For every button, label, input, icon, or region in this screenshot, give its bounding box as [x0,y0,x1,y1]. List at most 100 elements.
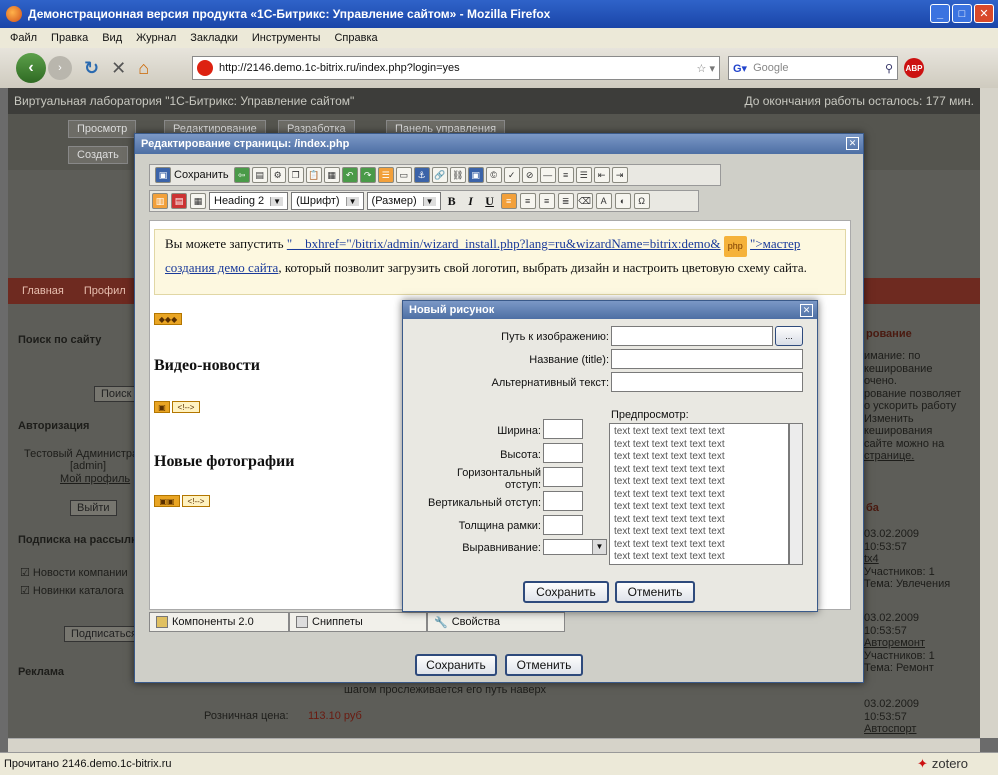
undo-icon[interactable]: ↶ [341,167,358,183]
underline-icon[interactable]: U [482,194,498,209]
bold-icon[interactable]: B [444,194,460,209]
component-icon[interactable]: ◆◆◆ [154,313,182,325]
copy-icon[interactable]: ❐ [287,167,304,183]
html-mode-icon[interactable]: ▤ [171,193,187,209]
paste-icon[interactable]: 📋 [305,167,322,183]
my-profile-link[interactable]: Мой профиль [60,473,130,485]
link-icon[interactable]: 🔗 [431,167,448,183]
exit-icon[interactable]: ⇦ [233,167,250,183]
menu-profile[interactable]: Профил [84,285,126,297]
search-box[interactable]: G▾ Google ⚲ [728,56,898,80]
minimize-button[interactable]: _ [930,4,950,23]
sub-item[interactable]: ☑ Новости компании [20,566,128,579]
width-input[interactable] [543,419,583,439]
stop-icon[interactable]: ✕ [111,58,126,79]
table-icon[interactable]: ▭ [395,167,412,183]
special-chars-icon[interactable]: Ω [633,193,650,209]
format-select[interactable]: Heading 2 ▼ [209,192,289,210]
properties-icon[interactable]: ▤ [251,167,268,183]
address-bar[interactable]: http://2146.demo.1c-bitrix.ru/index.php?… [192,56,720,80]
align-center-icon[interactable]: ≡ [519,193,536,209]
image-path-input[interactable] [611,326,773,346]
toolbar-save-button[interactable]: ▣ Сохранить [152,167,232,183]
image-save-button[interactable]: Сохранить [523,581,609,603]
forward-arrow-icon[interactable]: › [48,56,72,80]
tab-components[interactable]: Компоненты 2.0 [149,612,289,632]
sub-item[interactable]: ☑ Новинки каталога [20,584,124,597]
google-icon[interactable]: G▾ [733,62,747,75]
editor-save-button[interactable]: Сохранить [415,654,497,676]
bookmark-star-icon[interactable]: ☆ ▾ [697,62,715,75]
menu-history[interactable]: Журнал [136,32,176,44]
browse-button[interactable]: ... [775,326,803,346]
align-select[interactable]: ▼ [543,539,607,555]
image-icon[interactable]: ▣ [467,167,484,183]
redo-icon[interactable]: ↷ [359,167,376,183]
clear-format-icon[interactable]: ⊘ [521,167,538,183]
bullet-list-icon[interactable]: ☰ [575,167,592,183]
menu-file[interactable]: Файл [10,32,37,44]
bg-color-icon[interactable]: ◐ [614,193,631,209]
back-arrow-icon[interactable]: ‹ [16,53,46,83]
menu-bookmarks[interactable]: Закладки [190,32,238,44]
split-mode-icon[interactable]: ▦ [190,193,206,209]
component-icon[interactable]: ▣▣ [154,495,180,507]
settings-icon[interactable]: ⚙ [269,167,286,183]
spellcheck-icon[interactable]: ✓ [503,167,520,183]
hspace-input[interactable] [543,467,583,487]
justify-icon[interactable]: ≣ [557,193,574,209]
eraser-icon[interactable]: ⌫ [576,193,593,209]
source-mode-icon[interactable]: ☰ [377,167,394,183]
editor-cancel-button[interactable]: Отменить [505,654,583,676]
subscribe-button[interactable]: Подписаться [64,626,144,642]
vspace-input[interactable] [543,491,583,511]
home-icon[interactable]: ⌂ [138,58,149,79]
maximize-button[interactable]: □ [952,4,972,23]
horizontal-rule-icon[interactable]: ― [539,167,556,183]
paste-text-icon[interactable]: ▦ [323,167,340,183]
menu-view[interactable]: Вид [102,32,122,44]
logout-button[interactable]: Выйти [70,500,117,516]
align-left-icon[interactable]: ≡ [500,193,517,209]
image-cancel-button[interactable]: Отменить [615,581,695,603]
tab-view[interactable]: Просмотр [68,120,137,138]
text-color-icon[interactable]: A [595,193,612,209]
indent-icon[interactable]: ⇥ [611,167,628,183]
border-input[interactable] [543,515,583,535]
menu-edit[interactable]: Правка [51,32,88,44]
page-vertical-scrollbar[interactable] [980,88,998,738]
menu-tools[interactable]: Инструменты [252,32,321,44]
copyright-icon[interactable]: © [485,167,502,183]
numbered-list-icon[interactable]: ≡ [557,167,574,183]
font-select[interactable]: (Шрифт) ▼ [291,192,364,210]
close-window-button[interactable]: ✕ [974,4,994,23]
menu-main[interactable]: Главная [22,285,64,297]
outdent-icon[interactable]: ⇤ [593,167,610,183]
zotero-button[interactable]: ✦ zotero [917,756,968,772]
align-right-icon[interactable]: ≡ [538,193,555,209]
page-horizontal-scrollbar[interactable] [8,738,980,752]
search-button[interactable]: Поиск [94,386,139,402]
close-icon[interactable]: ✕ [800,304,813,317]
create-button[interactable]: Создать [68,146,128,164]
adblock-icon[interactable]: ABP [904,58,924,78]
view-mode-icon[interactable]: ▥ [152,193,168,209]
italic-icon[interactable]: I [463,194,479,209]
anchor-icon[interactable]: ⚓ [413,167,430,183]
wizard-link[interactable]: "__bxhref="/bitrix/admin/wizard_install.… [287,236,721,251]
size-select[interactable]: (Размер) ▼ [366,192,441,210]
image-title-input[interactable] [611,349,803,369]
component-icon[interactable]: ▣ [154,401,170,413]
unlink-icon[interactable]: ⛓ [449,167,466,183]
tab-snippets[interactable]: Сниппеты [289,612,427,632]
reload-icon[interactable]: ↻ [84,58,99,79]
preview-scrollbar[interactable] [789,423,803,565]
tab-properties[interactable]: 🔧 Свойства [427,612,565,632]
height-input[interactable] [543,443,583,463]
menu-help[interactable]: Справка [334,32,377,44]
alt-text-input[interactable] [611,372,803,392]
close-icon[interactable]: ✕ [846,137,859,150]
comment-marker[interactable]: <!--> [172,401,200,413]
comment-marker[interactable]: <!--> [182,495,210,507]
search-icon[interactable]: ⚲ [885,62,893,75]
